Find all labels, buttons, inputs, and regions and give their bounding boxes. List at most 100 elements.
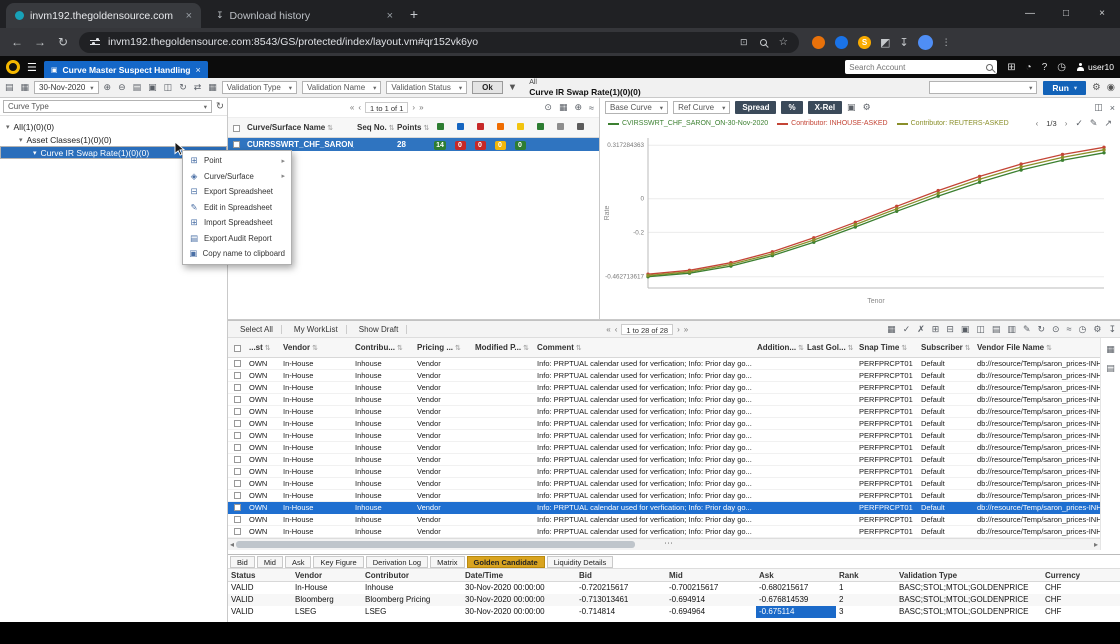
- user-menu[interactable]: user10: [1076, 62, 1114, 72]
- transfer-icon[interactable]: ⇄: [194, 82, 202, 93]
- table-row[interactable]: OWN In-House Inhouse Vendor Info: PRPTUAL ca…: [228, 442, 1100, 454]
- table-row[interactable]: OWN In-House Inhouse Vendor Info: PRPTUAL ca…: [228, 466, 1100, 478]
- table-row[interactable]: OWN In-House Inhouse Vendor Info: PRPTUAL ca…: [228, 502, 1100, 514]
- tree-node[interactable]: ▾ Asset Classes(1)(0)(0): [0, 133, 227, 146]
- column-header[interactable]: Pricing ... ⇅: [414, 343, 472, 352]
- row-checkbox[interactable]: [233, 384, 241, 392]
- select-all-checkbox[interactable]: [233, 344, 241, 352]
- ref-curve-select[interactable]: Ref Curve ▾: [673, 101, 731, 114]
- scroll-right-icon[interactable]: ▸: [1094, 540, 1098, 549]
- reload-icon[interactable]: ↻: [56, 35, 70, 49]
- forward-icon[interactable]: →: [33, 35, 47, 49]
- close-button[interactable]: ×: [1084, 0, 1120, 26]
- chart-icon[interactable]: ≈: [589, 103, 594, 113]
- show-draft-button[interactable]: Show Draft: [351, 324, 408, 334]
- export-column-icon[interactable]: [550, 123, 570, 132]
- validation-status-select[interactable]: Validation Status ▾: [386, 81, 468, 94]
- back-icon[interactable]: ←: [10, 35, 24, 49]
- column-header[interactable]: Validation Type: [896, 571, 1042, 580]
- scroll-left-icon[interactable]: ◂: [230, 540, 234, 549]
- base-curve-select[interactable]: Base Curve ▾: [605, 101, 669, 114]
- add-icon[interactable]: ⊕: [574, 102, 582, 113]
- tab-matrix[interactable]: Matrix: [430, 555, 465, 568]
- splitter-handle[interactable]: ⋯: [664, 538, 674, 549]
- calendar-icon[interactable]: ▦: [21, 82, 30, 93]
- tab-ask[interactable]: Ask: [284, 555, 312, 568]
- column-header[interactable]: Vendor ⇅: [280, 343, 352, 352]
- panel-icon[interactable]: ◫: [1094, 102, 1103, 113]
- row-checkbox[interactable]: [233, 444, 241, 452]
- column-header[interactable]: Rank: [836, 571, 896, 580]
- search-icon[interactable]: [986, 63, 994, 71]
- extension-icon[interactable]: [812, 35, 825, 49]
- app-menu-icon[interactable]: ☰: [27, 61, 37, 74]
- close-icon[interactable]: ×: [1110, 103, 1115, 113]
- column-header[interactable]: Date/Time: [462, 571, 576, 580]
- run-button[interactable]: Run ▾: [1043, 80, 1087, 95]
- minimize-button[interactable]: —: [1012, 0, 1048, 26]
- tree-refresh-icon[interactable]: ↻: [216, 101, 224, 112]
- table-row[interactable]: OWN In-House Inhouse Vendor Info: PRPTUAL ca…: [228, 382, 1100, 394]
- tree-caret-icon[interactable]: ▾: [19, 136, 23, 144]
- ok-button[interactable]: Ok: [472, 81, 503, 94]
- menu-item-copy-name-to-clipboard[interactable]: ▣ Copy name to clipboard: [183, 246, 291, 262]
- row-checkbox[interactable]: [233, 516, 241, 524]
- tab-liquidity-details[interactable]: Liquidity Details: [546, 555, 614, 568]
- table-row[interactable]: VALID Bloomberg Bloomberg Pricing 30-Nov-20…: [228, 594, 1120, 606]
- column-header[interactable]: Comment ⇅: [534, 343, 754, 352]
- table-row[interactable]: OWN In-House Inhouse Vendor Info: PRPTUAL ca…: [228, 406, 1100, 418]
- last-page-icon[interactable]: »: [684, 325, 688, 334]
- approve-icon[interactable]: ✓: [1075, 118, 1083, 129]
- record-icon[interactable]: ◉: [1107, 82, 1115, 93]
- clock-icon[interactable]: ◷: [1079, 324, 1087, 335]
- menu-item-import-spreadsheet[interactable]: ⊞ Import Spreadsheet: [183, 215, 291, 231]
- extension-icon[interactable]: [835, 35, 848, 49]
- chart-icon[interactable]: ≈: [1067, 324, 1072, 334]
- first-page-icon[interactable]: «: [606, 325, 610, 334]
- column-header[interactable]: ...st ⇅: [246, 343, 280, 352]
- column-header[interactable]: Bid: [576, 571, 666, 580]
- layout-icon[interactable]: ◫: [164, 82, 173, 93]
- edit-icon[interactable]: ✎: [1023, 324, 1031, 335]
- validation-name-select[interactable]: Validation Name ▾: [302, 81, 382, 94]
- tab-close-icon[interactable]: ×: [186, 10, 192, 22]
- tree-caret-icon[interactable]: ▾: [33, 149, 37, 157]
- menu-item-export-audit-report[interactable]: ▤ Export Audit Report: [183, 231, 291, 247]
- grid-icon[interactable]: ▦: [208, 82, 217, 93]
- downloads-icon[interactable]: ↧: [899, 36, 908, 49]
- help-icon[interactable]: ?: [1042, 62, 1048, 73]
- print-icon[interactable]: ▤: [133, 82, 142, 93]
- chart-column-icon[interactable]: [570, 123, 590, 132]
- tab-mid[interactable]: Mid: [256, 555, 283, 568]
- tree-caret-icon[interactable]: ▾: [6, 123, 10, 131]
- legend-item[interactable]: Contributor: REUTERS-ASKED: [896, 120, 1009, 127]
- browser-menu-icon[interactable]: ⋮: [942, 37, 951, 48]
- cast-icon[interactable]: ⊡: [740, 37, 748, 48]
- column-header[interactable]: Last Gol... ⇅: [804, 343, 856, 352]
- search-input[interactable]: [849, 62, 987, 72]
- notifications-icon[interactable]: ◔: [1026, 62, 1032, 73]
- table-row[interactable]: OWN In-House Inhouse Vendor Info: PRPTUAL ca…: [228, 394, 1100, 406]
- column-header[interactable]: Addition... ⇅: [754, 343, 804, 352]
- column-header[interactable]: Vendor: [292, 571, 362, 580]
- expand-icon[interactable]: ↗: [1104, 118, 1112, 129]
- row-checkbox[interactable]: [233, 360, 241, 368]
- legend-item[interactable]: CVIRSSWRT_CHF_SARON_ON-30-Nov-2020: [608, 120, 768, 127]
- select-all-button[interactable]: Select All: [232, 324, 282, 334]
- zoom-out-icon[interactable]: ⊖: [118, 82, 126, 93]
- row-checkbox[interactable]: [233, 468, 241, 476]
- xrel-button[interactable]: X-Rel: [807, 101, 843, 114]
- table-icon[interactable]: ▦: [1106, 344, 1115, 355]
- address-bar[interactable]: invm192.thegoldensource.com:8543/GS/prot…: [79, 31, 799, 53]
- row-checkbox[interactable]: [233, 492, 241, 500]
- settings-icon[interactable]: ⚙: [863, 102, 871, 113]
- filter-icon[interactable]: ▼: [508, 82, 517, 93]
- column-header[interactable]: Points ⇅: [394, 123, 430, 132]
- menu-item-export-spreadsheet[interactable]: ⊟ Export Spreadsheet: [183, 184, 291, 200]
- zoom-in-icon[interactable]: ⊕: [104, 82, 112, 93]
- tab-key-figure[interactable]: Key Figure: [313, 555, 364, 568]
- edit-icon[interactable]: ✎: [1090, 118, 1098, 129]
- select-all-checkbox[interactable]: [232, 124, 240, 132]
- browser-tab-goldensource[interactable]: invm192.thegoldensource.com ×: [6, 3, 201, 28]
- table-row[interactable]: OWN In-House Inhouse Vendor Info: PRPTUAL ca…: [228, 430, 1100, 442]
